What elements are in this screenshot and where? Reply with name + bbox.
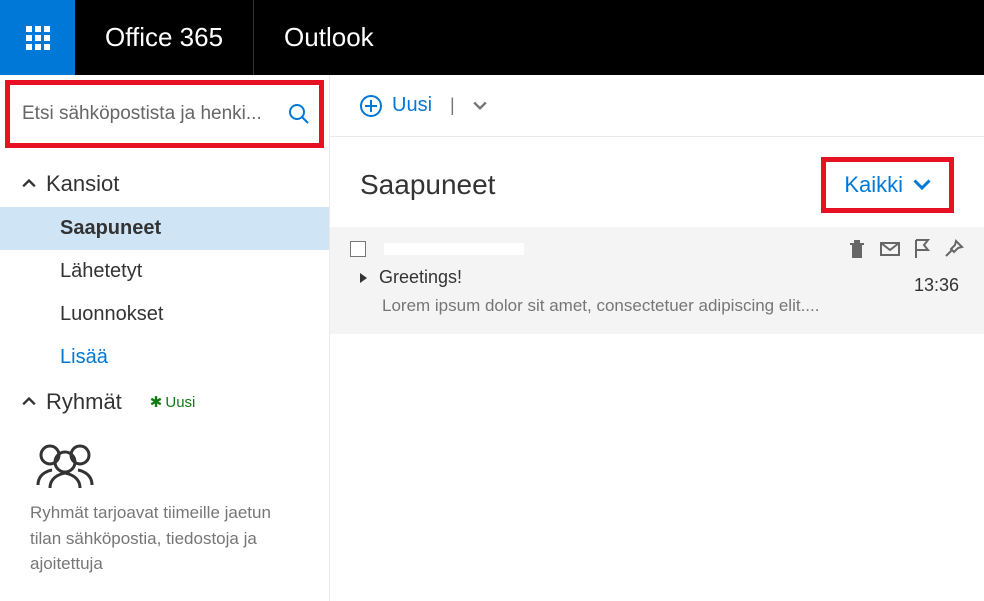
message-actions [848,239,964,259]
groups-promo: Ryhmät tarjoavat tiimeille jaetun tilan … [0,425,329,582]
folder-more[interactable]: Lisää [0,336,329,379]
folder-drafts[interactable]: Luonnokset [0,293,329,336]
groups-new-badge: ✱Uusi [150,393,196,411]
folder-title: Saapuneet [360,169,495,201]
sidebar: Etsi sähköpostista ja henki... Kansiot S… [0,75,330,601]
app-brand[interactable]: Outlook [254,0,404,75]
content-pane: Uusi | Saapuneet Kaikki [330,75,984,601]
select-checkbox[interactable] [350,241,366,257]
message-subject: Greetings! [379,267,462,288]
filter-highlight: Kaikki [821,157,954,213]
groups-label: Ryhmät [46,389,122,415]
message-preview: Lorem ipsum dolor sit amet, consectetuer… [382,296,964,316]
plus-circle-icon [360,95,382,117]
search-icon[interactable] [287,102,311,126]
expand-icon[interactable] [360,273,367,283]
new-button[interactable]: Uusi | [360,94,487,117]
groups-header[interactable]: Ryhmät ✱Uusi [0,379,329,425]
search-input[interactable]: Etsi sähköpostista ja henki... [5,80,324,148]
groups-promo-text: Ryhmät tarjoavat tiimeille jaetun tilan … [30,500,299,577]
sender-name [384,243,524,255]
message-list-header: Saapuneet Kaikki [330,137,984,227]
asterisk-icon: ✱ [150,394,163,411]
separator: | [450,95,455,116]
mark-read-icon[interactable] [880,239,900,259]
search-highlight: Etsi sähköpostista ja henki... [0,75,329,153]
command-bar: Uusi | [330,75,984,137]
waffle-icon [26,26,50,50]
filter-button[interactable]: Kaikki [844,172,931,198]
flag-icon[interactable] [914,239,930,259]
delete-icon[interactable] [848,239,866,259]
new-label: Uusi [392,94,432,117]
chevron-up-icon [22,395,36,409]
folders-header[interactable]: Kansiot [0,161,329,207]
folders-label: Kansiot [46,171,119,197]
message-time: 13:36 [914,275,959,296]
pin-icon[interactable] [944,239,964,259]
suite-brand[interactable]: Office 365 [75,0,254,75]
filter-label: Kaikki [844,172,903,198]
top-bar: Office 365 Outlook [0,0,984,75]
people-icon [30,440,299,490]
message-item[interactable]: Greetings! 13:36 Lorem ipsum dolor sit a… [330,227,984,334]
chevron-down-icon[interactable] [473,101,487,111]
chevron-down-icon [913,179,931,191]
app-launcher-button[interactable] [0,0,75,75]
folder-sent[interactable]: Lähetetyt [0,250,329,293]
folder-inbox[interactable]: Saapuneet [0,207,329,250]
chevron-up-icon [22,177,36,191]
